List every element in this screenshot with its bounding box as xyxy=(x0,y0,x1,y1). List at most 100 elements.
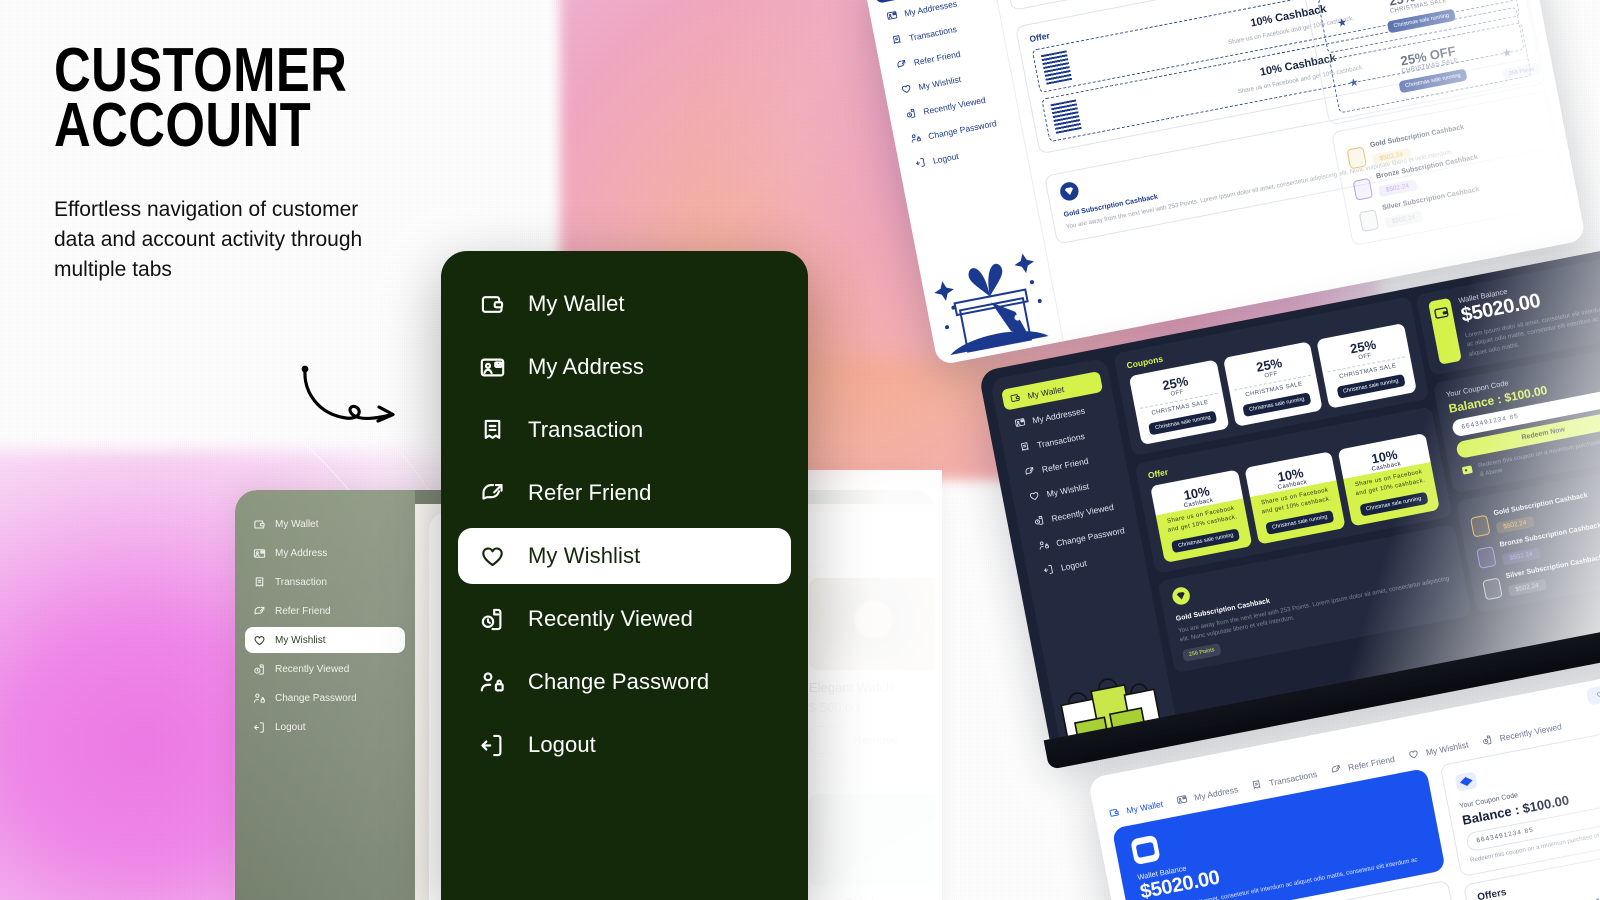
menu-item-recently-viewed[interactable]: Recently Viewed xyxy=(458,591,791,647)
receipt-icon xyxy=(1253,780,1261,789)
logout-icon xyxy=(916,157,925,167)
sage-item-transaction[interactable]: Transaction xyxy=(245,569,405,595)
wallet-icon xyxy=(254,519,265,529)
file-clock-icon xyxy=(1034,515,1044,525)
heart-icon xyxy=(254,635,265,645)
sage-sidebar: My Wallet My Address Transaction Refer Frie… xyxy=(235,490,415,900)
sage-item-change-password[interactable]: Change Password xyxy=(245,685,405,711)
menu-item-my-address[interactable]: My Address xyxy=(458,339,791,395)
nav-item-label: Recently Viewed xyxy=(922,94,987,117)
product-name: Linen Fabric xyxy=(809,896,935,900)
nav-item-label: My Addresses xyxy=(1031,405,1086,426)
account-menu-panel: My Wallet My Address Transaction Refer Frie… xyxy=(441,251,808,900)
menu-item-my-wishlist[interactable]: My Wishlist xyxy=(458,528,791,584)
sage-item-my-address[interactable]: My Address xyxy=(245,540,405,566)
offer-pill: Christmas sale running xyxy=(1359,491,1429,517)
subscription-amount: $502.24 xyxy=(1372,148,1411,167)
nav-item-label: My Wallet xyxy=(1026,383,1065,401)
menu-item-my-wallet[interactable]: My Wallet xyxy=(458,276,791,332)
screenshot-stage: CUSTOMER ACCOUNT Effortless navigation o… xyxy=(0,0,1600,900)
offer-card[interactable]: 10% Cashback Share us on Facebook and ge… xyxy=(1244,451,1346,545)
user-lock-icon xyxy=(1039,541,1049,550)
subscription-amount: $502.24 xyxy=(1378,179,1418,198)
offer-pill: Christmas sale running xyxy=(1265,510,1335,535)
sage-item-my-wallet[interactable]: My Wallet xyxy=(245,511,405,537)
star-icon: ★ xyxy=(1501,46,1514,61)
ticket-icon xyxy=(1455,772,1477,791)
mockB-points-badge: 256 Points xyxy=(1181,642,1222,662)
logout-icon xyxy=(254,721,264,733)
offer-card[interactable]: 10% Cashback Share us on Facebook and ge… xyxy=(1150,469,1253,563)
sage-item-refer-friend[interactable]: Refer Friend xyxy=(245,598,405,624)
coupon-pill: Christmas sale running xyxy=(1148,410,1218,436)
sage-item-label: My Wishlist xyxy=(275,634,326,646)
sage-item-label: My Wallet xyxy=(275,518,319,530)
chat-share-icon xyxy=(897,60,906,68)
product-image xyxy=(809,794,935,886)
subscription-badge-icon xyxy=(1470,514,1491,538)
nav-item-label: My Wishlist xyxy=(917,73,962,92)
chat-share-icon xyxy=(254,606,265,614)
chat-share-icon xyxy=(1331,765,1340,773)
barcode-icon xyxy=(1040,50,1073,86)
star-icon: ★ xyxy=(1482,0,1508,2)
nav-item-label: Transactions xyxy=(1036,430,1086,450)
coupon-card[interactable]: 25% OFF CHRISTMAS SALE Christmas sale ru… xyxy=(1128,359,1230,446)
menu-item-logout[interactable]: Logout xyxy=(458,717,791,773)
offer-percent: 10% xyxy=(1572,887,1600,900)
logout-icon xyxy=(1044,565,1053,574)
menu-item-change-password[interactable]: Change Password xyxy=(458,654,791,710)
offer-card[interactable]: 10% Cashback Share us on Facebook and ge… xyxy=(1337,432,1440,527)
sage-item-label: Refer Friend xyxy=(275,605,331,617)
chat-share-icon xyxy=(482,483,503,500)
logout-icon xyxy=(481,734,502,756)
sage-item-recently-viewed[interactable]: Recently Viewed xyxy=(245,656,405,682)
nav-item-label: Refer Friend xyxy=(1040,455,1090,475)
subscription-name: Gold Subscription Cashback xyxy=(1369,124,1465,150)
title-line-2: ACCOUNT xyxy=(54,90,312,160)
change-password-button[interactable]: Change Password xyxy=(1585,674,1600,706)
coupon-card[interactable]: 25% OFF CHRISTMAS SALE Christmas sale ru… xyxy=(1222,341,1324,427)
menu-item-label: Recently Viewed xyxy=(528,606,693,631)
hero-text-block: CUSTOMER ACCOUNT Effortless navigation o… xyxy=(54,40,454,285)
heart-icon xyxy=(1409,750,1418,759)
product-image xyxy=(809,578,935,670)
subscription-amount: $502.24 xyxy=(1384,210,1424,229)
product-price: $ 500.00 xyxy=(809,700,860,715)
menu-item-transaction[interactable]: Transaction xyxy=(458,402,791,458)
subscription-amount: $502.24 xyxy=(1501,547,1541,566)
wallet-icon xyxy=(481,295,504,313)
user-lock-icon xyxy=(253,693,265,703)
wishlist-product-card[interactable]: Elegant Watch $ 500.00 Remove xyxy=(797,566,935,766)
coupon-pill: Christmas sale running xyxy=(1398,68,1468,94)
receipt-icon xyxy=(1020,442,1029,451)
wallet-icon xyxy=(1434,307,1449,319)
nav-item-label: Change Password xyxy=(927,117,998,141)
file-clock-icon xyxy=(481,608,502,630)
menu-item-label: My Wallet xyxy=(528,291,625,316)
address-card-icon xyxy=(253,548,266,558)
sage-item-label: My Address xyxy=(275,547,328,559)
receipt-icon xyxy=(255,576,264,587)
menu-item-label: Transaction xyxy=(528,417,644,442)
menu-item-label: My Wishlist xyxy=(528,543,641,568)
sage-item-logout[interactable]: Logout xyxy=(245,714,405,740)
menu-item-label: Change Password xyxy=(528,669,710,694)
coupon-card[interactable]: 25% OFF CHRISTMAS SALE Christmas sale ru… xyxy=(1316,322,1417,409)
remove-button[interactable]: Remove xyxy=(809,726,935,754)
chat-share-icon xyxy=(1025,467,1034,475)
wishlist-product-card[interactable]: Linen Fabric $ 500.00 Remove xyxy=(797,782,935,900)
nav-item-label: Logout xyxy=(931,150,960,166)
sage-item-label: Recently Viewed xyxy=(275,663,350,675)
file-clock-icon xyxy=(1483,735,1492,745)
heart-icon xyxy=(482,546,503,566)
sage-item-label: Transaction xyxy=(275,576,327,588)
menu-item-refer-friend[interactable]: Refer Friend xyxy=(458,465,791,521)
user-lock-icon xyxy=(480,671,504,691)
coupon-pill: Christmas sale running xyxy=(1386,8,1457,34)
mockA-subscription-list: Gold Subscription Cashback $502.24 Bronz… xyxy=(1346,110,1555,235)
subscription-badge-icon xyxy=(1358,209,1380,232)
sage-item-my-wishlist[interactable]: My Wishlist xyxy=(245,627,405,653)
barcode-icon xyxy=(1050,99,1082,135)
mockA-coupon-list: ★ 25% OFF CHRISTMAS SALE Christmas sale … xyxy=(1317,0,1532,114)
